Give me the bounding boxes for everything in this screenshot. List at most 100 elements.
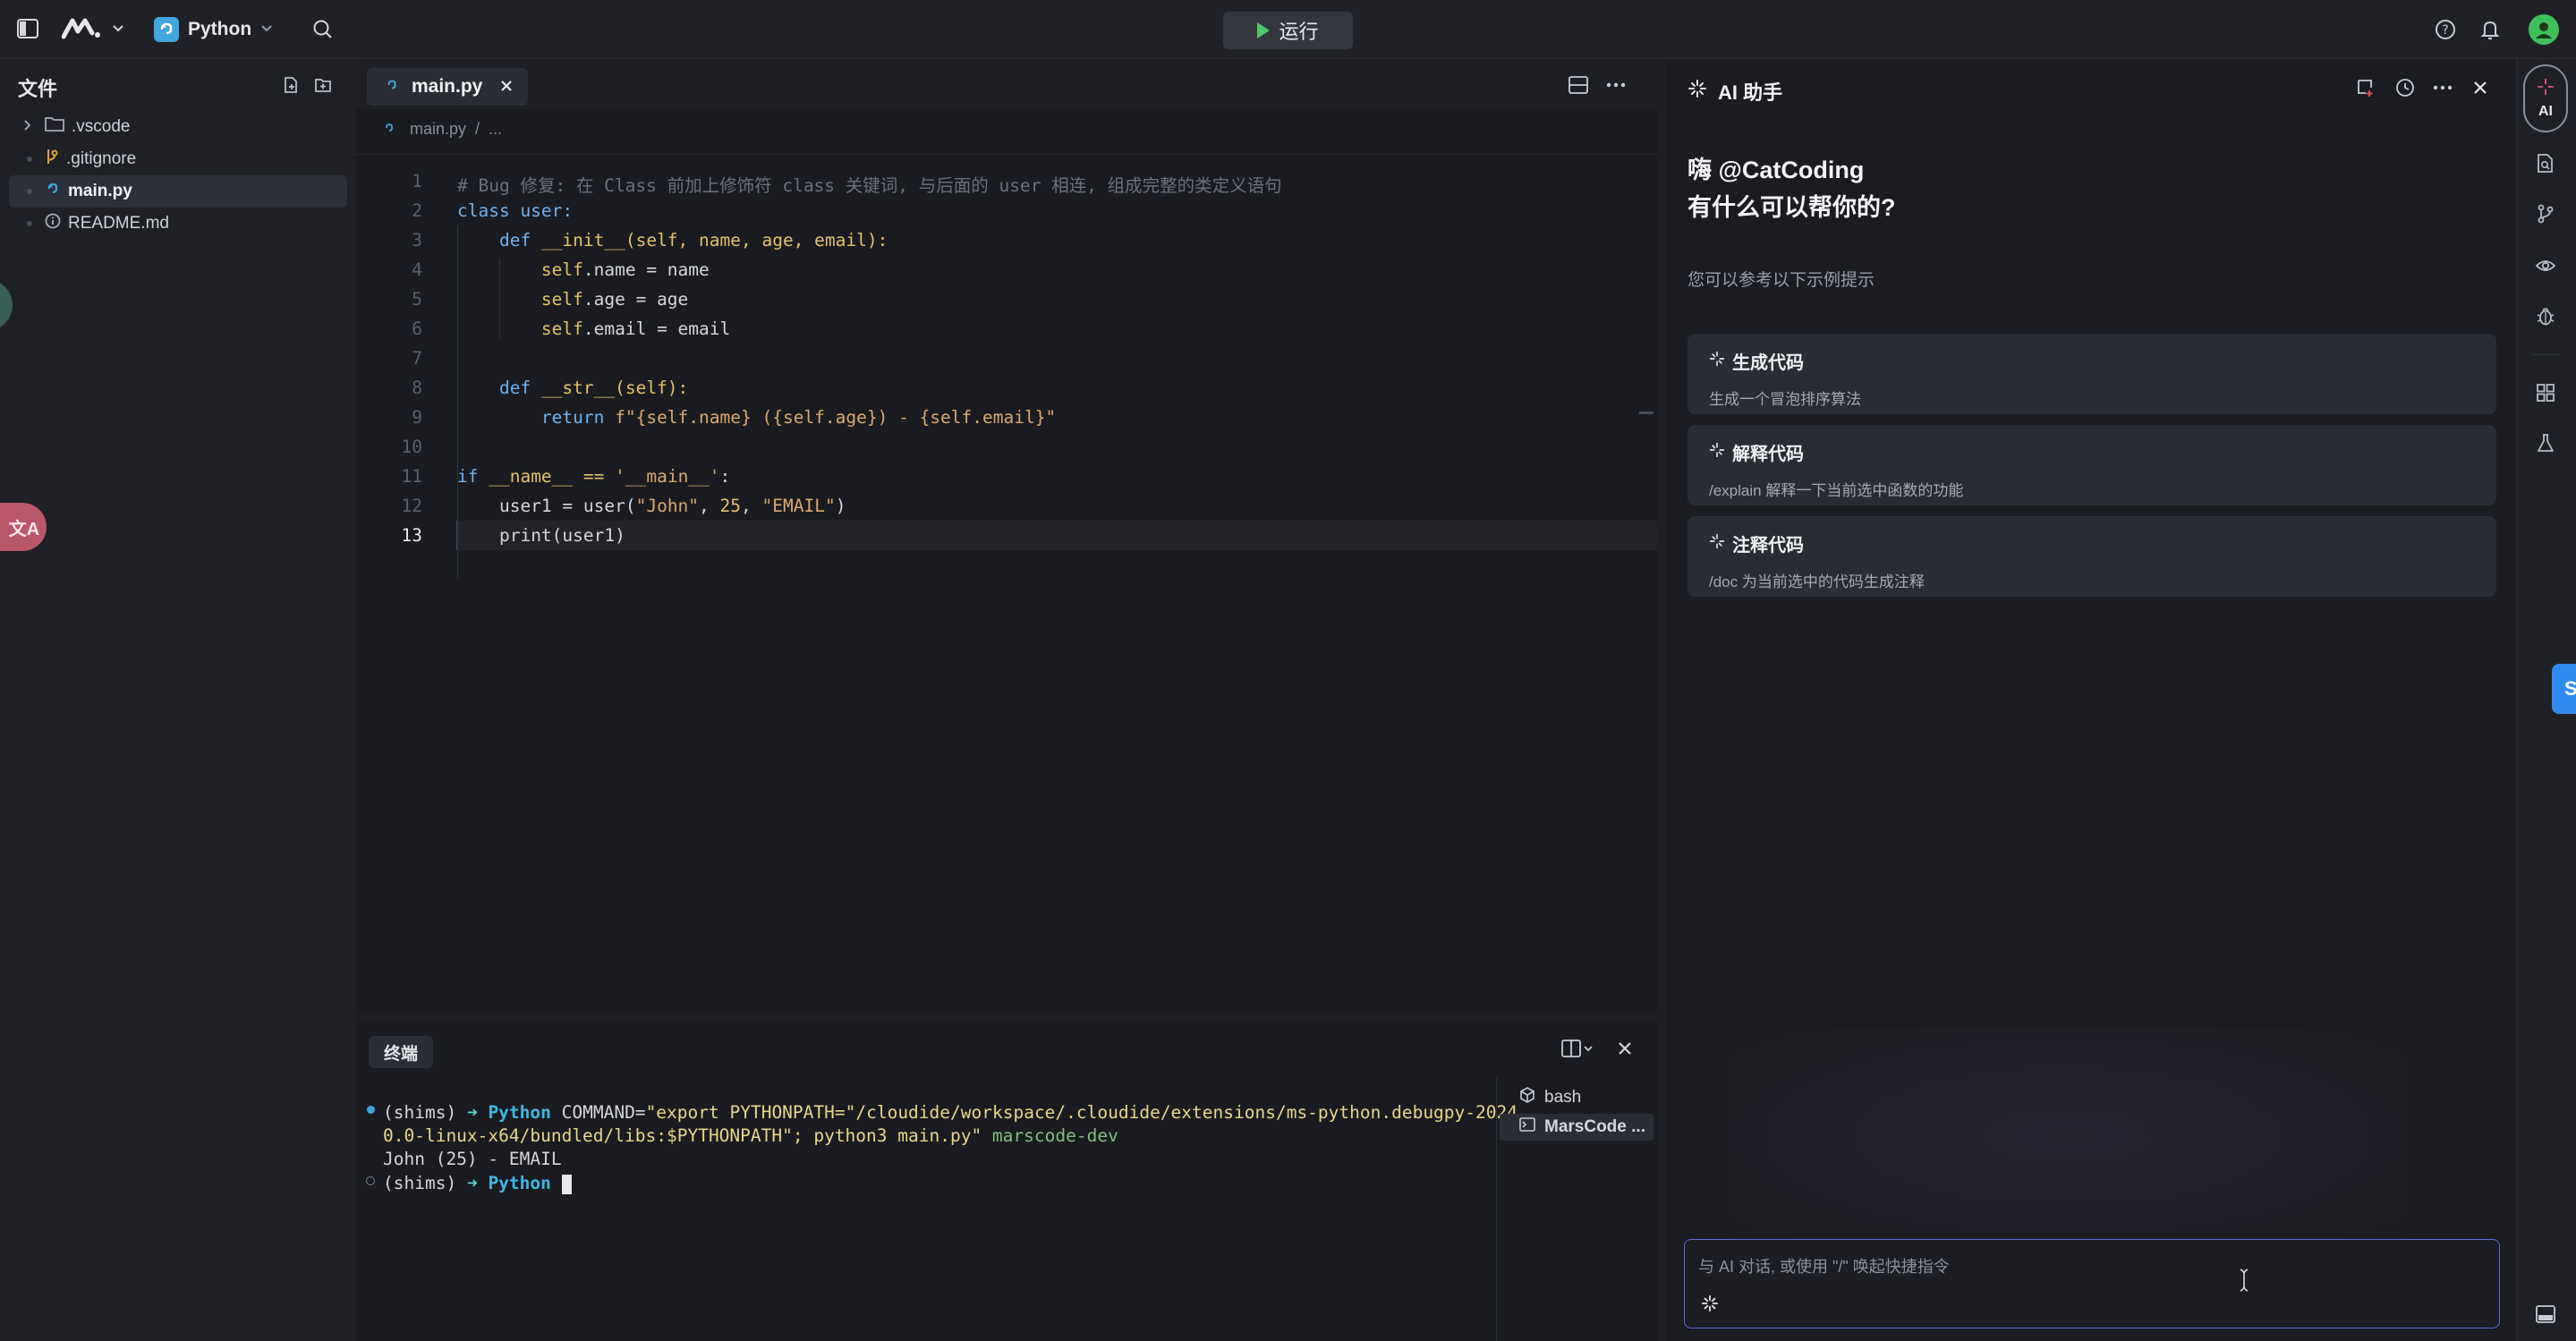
split-terminal-icon[interactable]	[1560, 1038, 1596, 1059]
ai-greeting: 嗨 @CatCoding	[1688, 157, 1865, 183]
chevron-down-icon[interactable]	[111, 21, 125, 36]
tree-item-gitignore[interactable]: .gitignore	[9, 143, 347, 175]
avatar[interactable]	[2529, 14, 2559, 45]
terminal-line: John (25) - EMAIL	[383, 1149, 562, 1169]
terminal-session-bash[interactable]: bash	[1500, 1084, 1654, 1111]
search-icon[interactable]	[311, 18, 335, 41]
tree-item-readme[interactable]: README.md	[9, 208, 347, 240]
code-line: print(user1)	[498, 525, 625, 546]
close-icon[interactable]	[1616, 1040, 1634, 1057]
language-label: Python	[188, 19, 252, 39]
source-control-icon[interactable]	[2530, 199, 2561, 229]
tree-item-main-py[interactable]: main.py	[9, 175, 347, 208]
debug-icon[interactable]	[2530, 301, 2561, 331]
file-search-icon[interactable]	[2530, 149, 2561, 179]
ai-title-label: AI 助手	[1718, 81, 1783, 104]
tab-terminal[interactable]: 终端	[369, 1036, 433, 1068]
svg-text:?: ?	[2442, 23, 2448, 38]
code-line: return f"{self.name} ({self.age}) - {sel…	[457, 407, 1057, 428]
sidebar-toggle-icon[interactable]	[16, 18, 39, 39]
ai-chat-input[interactable]	[1684, 1239, 2500, 1328]
split-editor-icon[interactable]	[1568, 75, 1589, 95]
python-file-icon	[385, 76, 399, 98]
status-dot-active	[367, 1106, 375, 1114]
tab-main-py[interactable]: main.py	[367, 68, 528, 106]
close-icon[interactable]	[2471, 79, 2489, 97]
line-number: 2	[412, 200, 422, 221]
folder-icon	[45, 116, 64, 138]
suggestion-title: 注释代码	[1732, 536, 1804, 556]
run-label: 运行	[1279, 21, 1319, 43]
line-number: 1	[412, 171, 422, 191]
suggestion-generate-code[interactable]: 生成代码 生成一个冒泡排序算法	[1688, 334, 2496, 414]
chevron-down-icon	[260, 21, 273, 38]
line-number: 3	[412, 230, 422, 250]
terminal-line: (shims) ➜ Python COMMAND="export PYTHONP…	[383, 1102, 1528, 1123]
breadcrumb-item[interactable]: ...	[489, 120, 502, 139]
breadcrumb-sep: /	[475, 120, 480, 138]
code-line: self.email = email	[457, 318, 731, 339]
preview-icon[interactable]	[2530, 250, 2561, 281]
language-selector[interactable]: Python	[154, 14, 273, 45]
run-button[interactable]: 运行	[1223, 12, 1353, 49]
current-line-highlight	[456, 521, 1657, 550]
code-line: def __str__(self):	[457, 378, 689, 398]
sparkle-icon	[2537, 78, 2555, 100]
line-number: 13	[401, 525, 422, 546]
new-chat-icon[interactable]	[2355, 77, 2376, 98]
code-line: def __init__(self, name, age, email):	[457, 230, 888, 250]
terminal-session-marscode[interactable]: MarsCode ...	[1500, 1114, 1654, 1141]
panel-divider[interactable]	[356, 1014, 1657, 1022]
help-icon[interactable]: ?	[2434, 18, 2457, 41]
terminal-line: 0.0-linux-x64/bundled/libs:$PYTHONPATH";…	[383, 1125, 1118, 1146]
suggestion-comment-code[interactable]: 注释代码 /doc 为当前选中的代码生成注释	[1688, 516, 2496, 597]
extensions-icon[interactable]	[2530, 378, 2561, 408]
line-number: 6	[412, 318, 422, 339]
sparkle-icon	[1709, 351, 1725, 372]
code-line: self.age = age	[457, 289, 689, 310]
suggestion-desc: /explain 解释一下当前选中函数的功能	[1709, 482, 1964, 499]
dot-icon	[27, 221, 32, 226]
ai-activity-button[interactable]: AI	[2523, 64, 2568, 132]
tree-item-vscode[interactable]: .vscode	[9, 111, 347, 143]
more-icon[interactable]	[1605, 75, 1627, 95]
dot-icon	[27, 157, 32, 162]
testing-flask-icon[interactable]	[2530, 428, 2561, 458]
sparkle-icon[interactable]	[1700, 1294, 1720, 1313]
s-icon: S	[2564, 677, 2576, 700]
terminal-line: (shims) ➜ Python	[383, 1173, 572, 1194]
activity-divider	[2532, 354, 2559, 355]
suggestion-title: 生成代码	[1732, 353, 1804, 373]
info-icon	[45, 213, 61, 234]
new-folder-icon[interactable]	[313, 75, 333, 95]
line-number: 9	[412, 407, 422, 428]
code-line: class user:	[457, 200, 574, 221]
python-file-icon	[45, 181, 61, 202]
chevron-right-icon	[23, 117, 36, 137]
python-icon	[154, 17, 179, 42]
more-icon[interactable]	[2432, 84, 2453, 91]
bell-icon[interactable]	[2478, 18, 2502, 41]
tree-item-label: README.md	[68, 214, 169, 233]
suggestion-desc: /doc 为当前选中的代码生成注释	[1709, 573, 1925, 590]
marscode-logo-icon[interactable]	[61, 16, 102, 41]
status-dot-idle	[366, 1176, 375, 1185]
ai-panel-title: AI 助手	[1688, 77, 1782, 106]
tree-item-label: main.py	[68, 182, 132, 200]
code-line: # Bug 修复: 在 Class 前加上修饰符 class 关键词, 与后面的…	[457, 175, 1282, 196]
close-icon[interactable]	[500, 76, 513, 98]
session-label: bash	[1544, 1088, 1582, 1107]
tab-label: main.py	[412, 76, 483, 97]
breadcrumb-item[interactable]: main.py	[410, 120, 466, 139]
dot-icon	[27, 189, 32, 194]
history-icon[interactable]	[2394, 77, 2416, 98]
new-file-icon[interactable]	[281, 75, 301, 95]
terminal-cursor	[561, 1174, 572, 1194]
translate-widget[interactable]: 文A	[0, 503, 47, 551]
side-float-button[interactable]: S	[2552, 664, 2576, 714]
explorer-title: 文件	[18, 78, 58, 100]
panel-toggle-icon[interactable]	[2530, 1299, 2561, 1329]
ai-panel-glow	[1727, 1029, 2407, 1243]
suggestion-explain-code[interactable]: 解释代码 /explain 解释一下当前选中函数的功能	[1688, 425, 2496, 505]
suggestion-title: 解释代码	[1732, 445, 1804, 464]
